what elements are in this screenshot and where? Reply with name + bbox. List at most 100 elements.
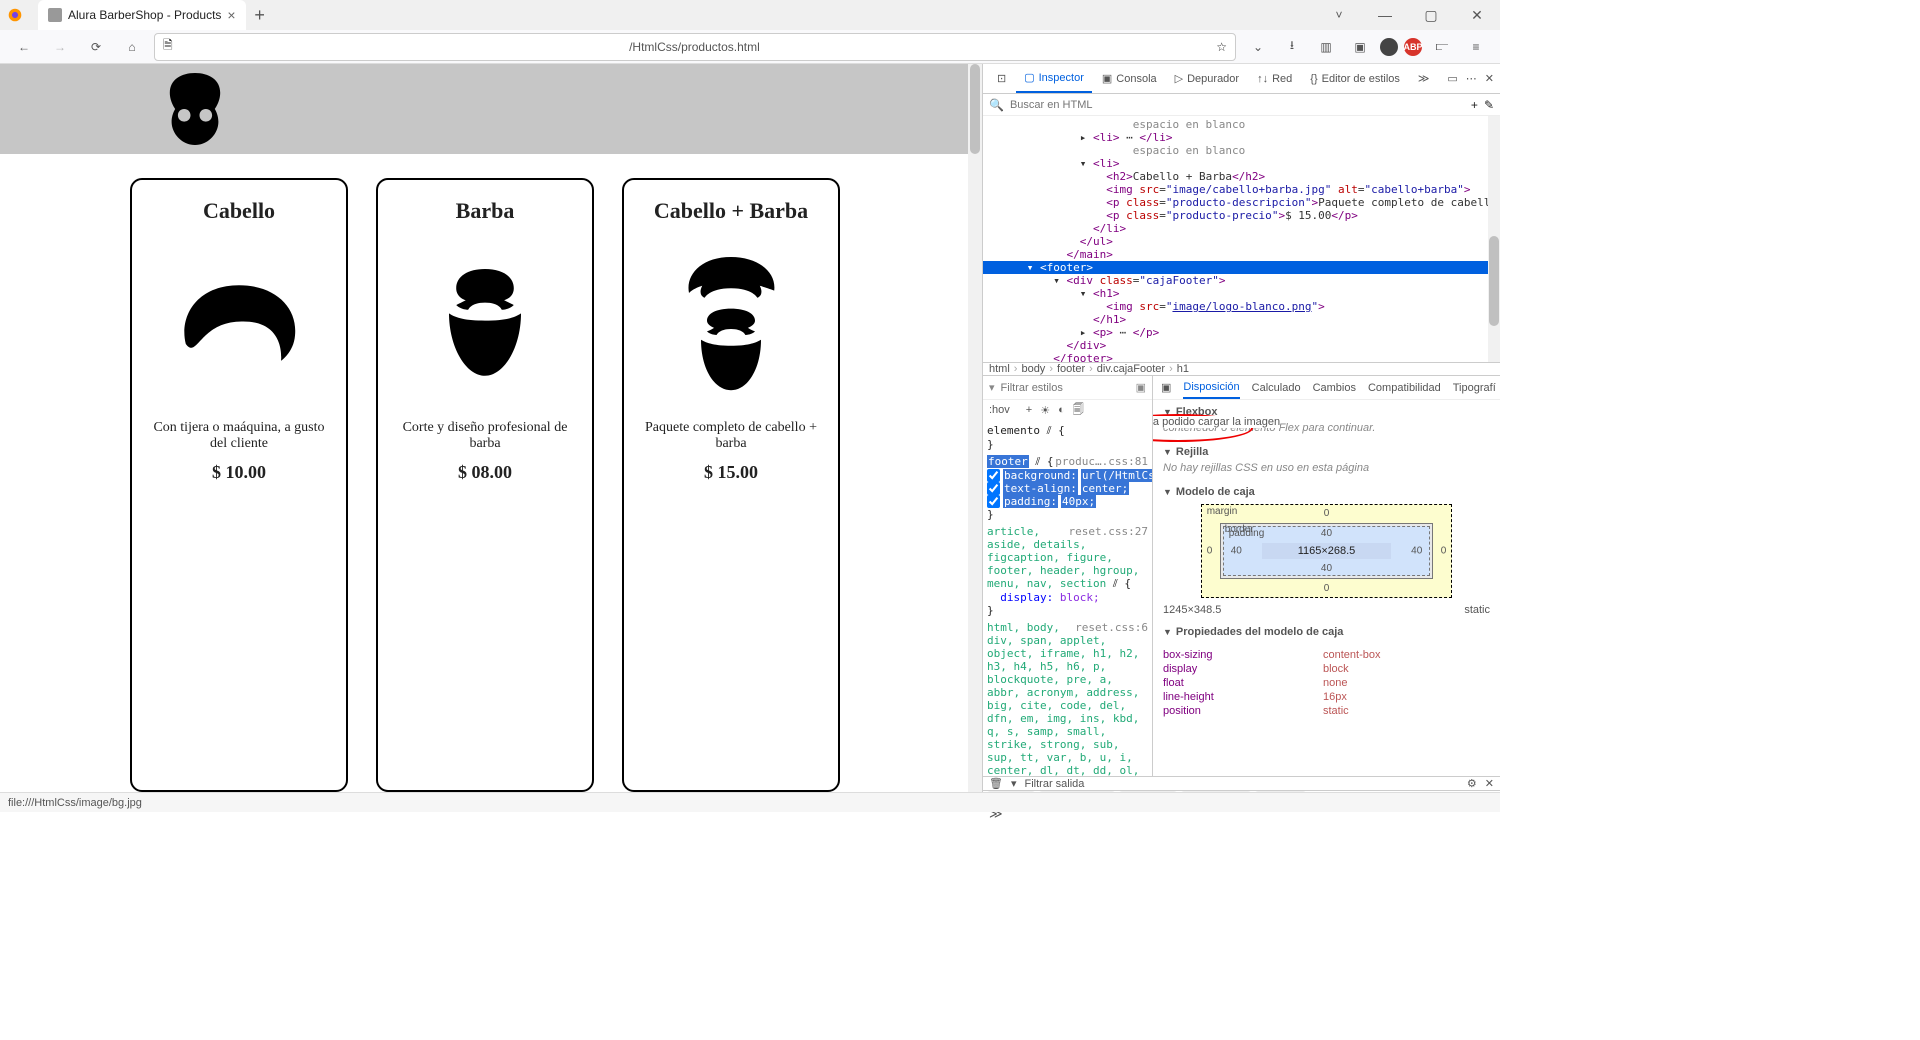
- console-settings-icon[interactable]: ⚙: [1467, 777, 1477, 790]
- prop-key: float: [1163, 677, 1323, 689]
- rule-checkbox[interactable]: [987, 495, 1000, 508]
- product-image: [144, 238, 334, 408]
- console-close-icon[interactable]: ✕: [1485, 777, 1494, 790]
- print-icon[interactable]: 🗐: [1073, 401, 1084, 420]
- bookmark-star-icon[interactable]: ☆: [1216, 40, 1227, 54]
- filter-funnel-icon[interactable]: ▾: [989, 381, 995, 394]
- image-load-error: No se ha podido cargar la imagen: [1153, 416, 1280, 428]
- product-title: Cabello: [144, 198, 334, 224]
- pocket-icon[interactable]: ⌄: [1244, 33, 1272, 61]
- dock-mode-icon[interactable]: ▭: [1447, 72, 1457, 85]
- rule-checkbox[interactable]: [987, 469, 1000, 482]
- product-price: $ 08.00: [390, 462, 580, 483]
- browser-toolbar: ← → ⟳ ⌂ 🗎 /HtmlCss/productos.html ☆ ⌄ ⭳ …: [0, 30, 1500, 64]
- light-dark-icon[interactable]: ☀: [1040, 404, 1050, 417]
- clear-console-icon[interactable]: 🗑: [989, 777, 1003, 790]
- props-accordion[interactable]: Propiedades del modelo de caja: [1163, 626, 1490, 638]
- add-node-icon[interactable]: +: [1471, 98, 1478, 112]
- app-menu-button[interactable]: ≡: [1462, 33, 1490, 61]
- filter-funnel-icon[interactable]: ▾: [1011, 777, 1017, 790]
- devtools-more-icon[interactable]: ⋯: [1466, 72, 1477, 85]
- tab-title: Alura BarberShop - Products: [68, 8, 221, 22]
- web-content: Cabello Con tijera o maáquina, a gusto d…: [0, 64, 982, 792]
- close-tab-icon[interactable]: ×: [227, 7, 235, 23]
- window-minimize-button[interactable]: —: [1362, 0, 1408, 30]
- extensions-icon[interactable]: ⫍: [1428, 33, 1456, 61]
- tab-calculado[interactable]: Calculado: [1252, 376, 1301, 399]
- styles-pane: ▾ ▣ :hov + ☀ ◐ 🗐 el: [983, 376, 1153, 776]
- html-tree[interactable]: espacio en blanco ▸ <li> ⋯ </li> espacio…: [983, 116, 1488, 362]
- breadcrumbs[interactable]: html› body› footer› div.cajaFooter› h1: [983, 362, 1500, 376]
- tab-compatibilidad[interactable]: Compatibilidad: [1368, 376, 1441, 399]
- product-card: Cabello Con tijera o maáquina, a gusto d…: [130, 178, 348, 792]
- back-button[interactable]: ←: [10, 33, 38, 61]
- contrast-icon[interactable]: ◐: [1058, 404, 1065, 416]
- downloads-icon[interactable]: ⭳: [1278, 33, 1306, 61]
- tabs-overflow[interactable]: ≫: [1410, 64, 1438, 93]
- window-maximize-button[interactable]: ▢: [1408, 0, 1454, 30]
- modelo-accordion[interactable]: Modelo de caja: [1163, 486, 1490, 498]
- tab-depurador[interactable]: ▷ Depurador: [1167, 64, 1247, 93]
- account-icon[interactable]: [1380, 38, 1398, 56]
- sidebar-icon[interactable]: ▣: [1346, 33, 1374, 61]
- layout-pane: ▣ Disposición Calculado Cambios Compatib…: [1153, 376, 1500, 776]
- tab-red[interactable]: ↑↓ Red: [1249, 64, 1300, 93]
- file-icon: 🗎: [163, 36, 173, 57]
- prop-key: line-height: [1163, 691, 1323, 703]
- tab-tipografia[interactable]: Tipografí: [1453, 376, 1496, 399]
- tab-editor-estilos[interactable]: {} Editor de estilos: [1302, 64, 1408, 93]
- product-card: Barba Corte y diseño profesional de barb…: [376, 178, 594, 792]
- url-bar[interactable]: 🗎 /HtmlCss/productos.html ☆: [154, 33, 1236, 61]
- browser-tab[interactable]: Alura BarberShop - Products ×: [38, 0, 246, 30]
- eyedropper-icon[interactable]: ✎: [1484, 98, 1494, 112]
- pick-element-icon[interactable]: ⊡: [989, 64, 1014, 93]
- product-price: $ 10.00: [144, 462, 334, 483]
- firefox-logo[interactable]: [0, 0, 30, 30]
- prop-val: 16px: [1323, 691, 1347, 703]
- devtools-panel: ⊡ ▢ Inspector ▣ Consola ▷ Depurador ↑↓ R…: [982, 64, 1500, 792]
- position-value: static: [1464, 604, 1490, 616]
- html-search-input[interactable]: [1010, 99, 1465, 111]
- url-text: /HtmlCss/productos.html: [181, 40, 1209, 54]
- abp-icon[interactable]: ABP: [1404, 38, 1422, 56]
- library-icon[interactable]: ▥: [1312, 33, 1340, 61]
- hov-toggle[interactable]: :hov: [989, 404, 1010, 416]
- tree-scrollbar[interactable]: [1488, 116, 1500, 362]
- reload-button[interactable]: ⟳: [82, 33, 110, 61]
- tabs-dropdown-icon[interactable]: ˅: [1316, 0, 1362, 30]
- page-banner: [0, 64, 982, 154]
- toggle-pane-icon[interactable]: ▣: [1136, 381, 1146, 394]
- home-button[interactable]: ⌂: [118, 33, 146, 61]
- html-search-bar: 🔍 + ✎: [983, 94, 1500, 116]
- tab-consola[interactable]: ▣ Consola: [1094, 64, 1165, 93]
- product-image: [390, 238, 580, 408]
- browser-titlebar: Alura BarberShop - Products × + ˅ — ▢ ✕: [0, 0, 1500, 30]
- prop-val: block: [1323, 663, 1349, 675]
- tab-inspector[interactable]: ▢ Inspector: [1016, 64, 1092, 93]
- product-description: Con tijera o maáquina, a gusto del clien…: [144, 420, 334, 452]
- status-text: file:///HtmlCss/image/bg.jpg: [8, 797, 142, 809]
- browser-statusbar: file:///HtmlCss/image/bg.jpg: [0, 792, 1500, 812]
- console-filter-label: Filtrar salida: [1025, 778, 1085, 790]
- box-model[interactable]: margin 0 0 0 0 border padding: [1163, 504, 1490, 598]
- styles-filter-input[interactable]: [1001, 382, 1071, 394]
- new-tab-button[interactable]: +: [246, 0, 274, 30]
- add-rule-icon[interactable]: +: [1026, 404, 1032, 416]
- tab-cambios[interactable]: Cambios: [1313, 376, 1356, 399]
- tab-disposicion[interactable]: Disposición: [1183, 376, 1239, 399]
- css-rules[interactable]: elemento ⫽ {} footer ⫽ { produc….css:81 …: [983, 420, 1152, 776]
- rule-checkbox[interactable]: [987, 482, 1000, 495]
- rejilla-accordion[interactable]: Rejilla: [1163, 446, 1490, 458]
- product-title: Cabello + Barba: [636, 198, 826, 224]
- grid-hint: No hay rejillas CSS en uso en esta págin…: [1163, 458, 1490, 482]
- logo-silhouette: [150, 64, 240, 154]
- product-description: Corte y diseño profesional de barba: [390, 420, 580, 452]
- product-description: Paquete completo de cabello + barba: [636, 420, 826, 452]
- devtools-close-icon[interactable]: ✕: [1485, 72, 1494, 85]
- product-image: [636, 238, 826, 408]
- forward-button[interactable]: →: [46, 33, 74, 61]
- page-scrollbar[interactable]: [968, 64, 982, 792]
- layout-pane-toggle[interactable]: ▣: [1161, 381, 1171, 394]
- window-close-button[interactable]: ✕: [1454, 0, 1500, 30]
- prop-key: display: [1163, 663, 1323, 675]
